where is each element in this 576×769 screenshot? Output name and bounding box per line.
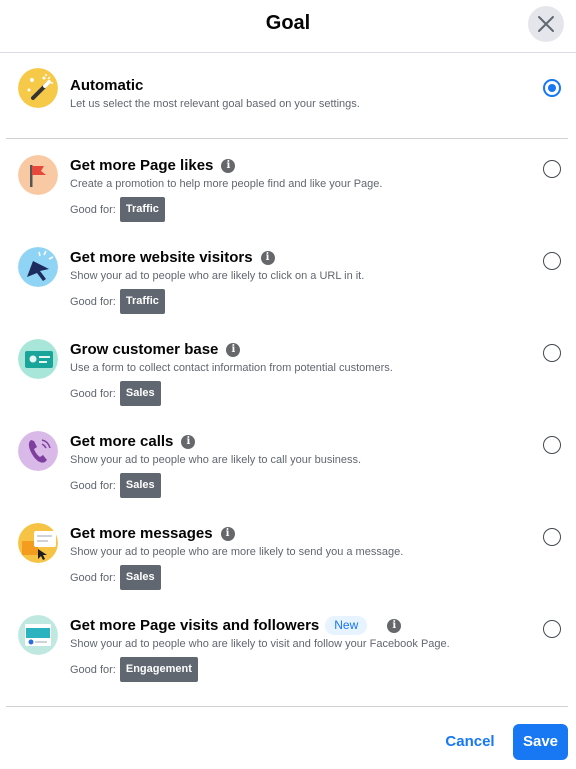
good-for-row: Good for: Sales (70, 565, 161, 590)
option-title: Automatic (70, 77, 144, 94)
good-for-label: Good for: (70, 479, 116, 492)
option-title-text: Get more messages (70, 525, 213, 542)
info-icon[interactable]: i (181, 434, 196, 449)
option-description: Show your ad to people who are likely to… (70, 270, 365, 282)
option-title: Grow customer base i (70, 341, 241, 358)
radio-messages[interactable] (543, 528, 561, 546)
radio-page-visits[interactable] (543, 620, 561, 638)
footer-divider (6, 706, 568, 707)
flag-icon (18, 155, 58, 195)
option-title-text: Get more Page likes (70, 157, 214, 174)
good-for-row: Good for: Traffic (70, 197, 165, 222)
info-icon[interactable]: i (387, 618, 402, 633)
message-icon (18, 523, 58, 563)
close-button[interactable] (528, 6, 564, 42)
option-description: Use a form to collect contact informatio… (70, 362, 393, 374)
option-description: Let us select the most relevant goal bas… (70, 98, 360, 110)
option-description: Show your ad to people who are likely to… (70, 638, 450, 650)
info-icon[interactable]: i (226, 342, 241, 357)
option-title-text: Get more website visitors (70, 249, 253, 266)
option-description: Show your ad to people who are more like… (70, 546, 404, 558)
good-for-label: Good for: (70, 295, 116, 308)
good-for-label: Good for: (70, 203, 116, 216)
magic-wand-icon (18, 68, 58, 108)
option-title-text: Get more calls (70, 433, 174, 450)
good-for-label: Good for: (70, 387, 116, 400)
option-title: Get more Page visits and followers New i (70, 616, 402, 635)
info-icon[interactable]: i (221, 158, 236, 173)
radio-automatic[interactable] (543, 79, 561, 97)
save-button[interactable]: Save (513, 724, 568, 760)
radio-website-visitors[interactable] (543, 252, 561, 270)
radio-page-likes[interactable] (543, 160, 561, 178)
option-title: Get more website visitors i (70, 249, 275, 266)
good-for-label: Good for: (70, 571, 116, 584)
dialog-title: Goal (265, 12, 311, 34)
good-for-tag: Sales (119, 565, 161, 590)
option-title: Get more messages i (70, 525, 235, 542)
option-description: Show your ad to people who are likely to… (70, 454, 362, 466)
good-for-tag: Traffic (119, 289, 165, 314)
dialog-header: Goal (0, 0, 576, 53)
option-title: Get more Page likes i (70, 157, 236, 174)
cancel-button[interactable]: Cancel (440, 726, 500, 758)
phone-icon (18, 431, 58, 471)
good-for-row: Good for: Sales (70, 381, 161, 406)
option-title-text: Get more Page visits and followers (70, 617, 320, 634)
info-icon[interactable]: i (260, 250, 275, 265)
cursor-click-icon (18, 247, 58, 287)
good-for-tag: Sales (119, 381, 161, 406)
option-title: Get more calls i (70, 433, 196, 450)
good-for-row: Good for: Sales (70, 473, 161, 498)
page-visit-icon (18, 615, 58, 655)
option-title-text: Grow customer base (70, 341, 219, 358)
info-icon[interactable]: i (220, 526, 235, 541)
radio-calls[interactable] (543, 436, 561, 454)
good-for-row: Good for: Engagement (70, 657, 198, 682)
radio-customer-base[interactable] (543, 344, 561, 362)
option-description: Create a promotion to help more people f… (70, 178, 383, 190)
good-for-label: Good for: (70, 663, 116, 676)
new-badge: New (325, 616, 368, 635)
good-for-row: Good for: Traffic (70, 289, 165, 314)
divider (6, 138, 568, 139)
good-for-tag: Traffic (119, 197, 165, 222)
contact-card-icon (18, 339, 58, 379)
good-for-tag: Sales (119, 473, 161, 498)
close-icon (538, 16, 554, 32)
good-for-tag: Engagement (119, 657, 198, 682)
